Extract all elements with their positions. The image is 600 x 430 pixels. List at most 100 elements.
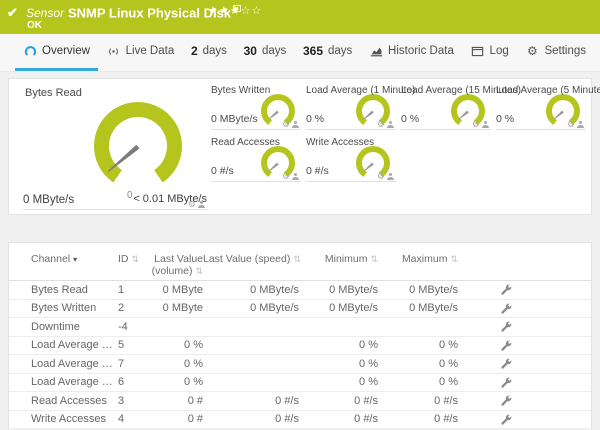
- cell-speed: 0 MByte/s: [250, 283, 299, 296]
- cell-max: 0 %: [439, 357, 458, 370]
- cell-volume: 0 #: [187, 394, 203, 407]
- cell-channel: Write Accesses: [31, 413, 106, 426]
- gauge-mini-actions: ⚙: [282, 172, 299, 181]
- cell-actions: [458, 339, 554, 351]
- sensor-header: ✔ Sensor SNMP Linux Physical Disk ★★★☆☆ …: [0, 0, 600, 34]
- table-row-load-average-5-min[interactable]: Load Average (5 Min...6 0 % 0 % 0 %: [9, 374, 591, 392]
- gauge-load-average-5-minutes: Load Average (5 Minutes) 0 % ⚙: [496, 85, 600, 130]
- window-icon: [471, 44, 485, 58]
- tab-overview[interactable]: Overview: [15, 34, 98, 71]
- table-row-bytes-written[interactable]: Bytes Written 2 0 MByte 0 MByte/s 0 MByte/s 0…: [9, 300, 591, 318]
- column-label: Channel: [31, 253, 71, 265]
- signal-icon: [107, 44, 121, 58]
- column-header-speed[interactable]: Last Value (speed) ⇅: [203, 253, 301, 265]
- channel-settings-wrench-icon[interactable]: [500, 395, 512, 407]
- table-row-load-average-1-min[interactable]: Load Average (1 Min...5 0 % 0 % 0 %: [9, 337, 591, 355]
- cell-volume: 0 %: [184, 357, 203, 370]
- user-icon[interactable]: [387, 173, 394, 180]
- cell-actions: [458, 302, 554, 314]
- cell-channel: Downtime: [31, 320, 80, 333]
- user-icon[interactable]: [482, 121, 489, 128]
- tab-label: Historic Data: [388, 45, 454, 57]
- channel-settings-wrench-icon[interactable]: [500, 414, 512, 425]
- column-label: ID: [118, 253, 129, 265]
- tab-label: Overview: [42, 45, 90, 57]
- channel-settings-wrench-icon[interactable]: [500, 358, 512, 370]
- gear-icon[interactable]: ⚙: [282, 120, 290, 129]
- gauge-label: Load Average (1 Minute): [306, 85, 416, 96]
- cell-min: 0 %: [359, 357, 378, 370]
- star-filled-icon[interactable]: ★: [208, 5, 219, 17]
- gear-icon[interactable]: ⚙: [282, 172, 290, 181]
- tab-settings[interactable]: ⚙ Settings: [517, 34, 594, 71]
- cell-id: 6: [118, 376, 125, 389]
- gauge-dial[interactable]: [94, 102, 182, 190]
- column-header-max[interactable]: Maximum ⇅: [378, 253, 458, 265]
- star-filled-icon[interactable]: ★: [219, 5, 230, 17]
- star-rating[interactable]: ★★★☆☆: [208, 4, 262, 17]
- tab-label: Settings: [544, 45, 586, 57]
- table-row-load-average-15-mi[interactable]: Load Average (15 Mi...7 0 % 0 % 0 %: [9, 355, 591, 374]
- cell-speed: 0 MByte/s: [250, 302, 299, 315]
- cell-actions: [458, 376, 554, 388]
- user-icon[interactable]: [577, 121, 584, 128]
- tab-log[interactable]: Log: [463, 34, 517, 71]
- column-header-min[interactable]: Minimum ⇅: [299, 253, 378, 265]
- cell-id: -4: [118, 320, 128, 333]
- channel-settings-wrench-icon[interactable]: [500, 284, 512, 296]
- tab-label: days: [261, 45, 287, 57]
- cell-max: 0 MByte/s: [409, 283, 458, 296]
- column-header-volume[interactable]: Last Value (volume) ⇅: [143, 253, 203, 277]
- gear-icon[interactable]: ⚙: [188, 200, 196, 209]
- tab-historic-data[interactable]: Historic Data: [361, 34, 462, 71]
- cell-id: 1: [118, 283, 125, 296]
- cell-max: 0 #/s: [434, 394, 458, 407]
- user-icon[interactable]: [292, 173, 299, 180]
- gauge-scale-min: 0 MByte/s: [23, 194, 75, 206]
- tab-30-days[interactable]: 30 days: [236, 34, 295, 71]
- cell-min: 0 %: [359, 339, 378, 352]
- sort-icon: ⇅: [195, 266, 203, 276]
- gear-icon[interactable]: ⚙: [377, 172, 385, 181]
- cell-max: 0 #/s: [434, 413, 458, 426]
- gauge-write-accesses: Write Accesses 0 #/s ⚙: [306, 137, 396, 182]
- prtg-sensor-page: ✔ Sensor SNMP Linux Physical Disk ★★★☆☆ …: [0, 0, 600, 430]
- column-header-channel[interactable]: Channel ▾: [31, 253, 118, 266]
- tab-365-days[interactable]: 365 days: [295, 34, 360, 71]
- gear-icon[interactable]: ⚙: [377, 120, 385, 129]
- cell-channel: Read Accesses: [31, 394, 107, 407]
- column-header-id[interactable]: ID ⇅: [118, 253, 143, 265]
- cell-max: 0 %: [439, 376, 458, 389]
- gear-icon[interactable]: ⚙: [567, 120, 575, 129]
- cell-min: 0 MByte/s: [329, 302, 378, 315]
- table-row-write-accesses[interactable]: Write Accesses 4 0 # 0 #/s 0 #/s 0 #/s: [9, 411, 591, 429]
- sort-icon: ⇅: [370, 254, 378, 264]
- user-icon[interactable]: [198, 201, 205, 208]
- sensor-kind-label: Sensor: [26, 6, 65, 20]
- table-row-read-accesses[interactable]: Read Accesses 3 0 # 0 #/s 0 #/s 0 #/s: [9, 392, 591, 411]
- cell-actions: [458, 395, 554, 407]
- table-row-bytes-read[interactable]: Bytes Read 1 0 MByte 0 MByte/s 0 MByte/s 0 MB…: [9, 281, 591, 300]
- sensor-title-text: SNMP Linux Physical Disk: [68, 5, 232, 21]
- cell-id: 3: [118, 394, 125, 407]
- star-empty-icon[interactable]: ☆: [252, 5, 263, 17]
- gear-icon[interactable]: ⚙: [472, 120, 480, 129]
- channel-settings-wrench-icon[interactable]: [500, 340, 512, 351]
- tab-live-data[interactable]: Live Data: [99, 34, 183, 71]
- star-empty-icon[interactable]: ☆: [241, 5, 252, 17]
- channel-settings-wrench-icon[interactable]: [500, 377, 512, 388]
- tab-number: 30: [243, 44, 257, 58]
- tab-2-days[interactable]: 2 days: [183, 34, 235, 71]
- table-row-downtime[interactable]: Downtime -4: [9, 318, 591, 337]
- star-filled-icon[interactable]: ★: [230, 5, 241, 17]
- user-icon[interactable]: [292, 121, 299, 128]
- channel-settings-wrench-icon[interactable]: [500, 303, 512, 314]
- tab-label: Log: [489, 45, 509, 57]
- gauge-mini-actions: ⚙: [377, 172, 394, 181]
- user-icon[interactable]: [387, 121, 394, 128]
- cell-volume: 0 MByte: [162, 302, 203, 315]
- tab-number: 2: [190, 44, 198, 58]
- cell-actions: [458, 284, 554, 296]
- cell-volume: 0 MByte: [162, 283, 203, 296]
- channel-settings-wrench-icon[interactable]: [500, 321, 512, 333]
